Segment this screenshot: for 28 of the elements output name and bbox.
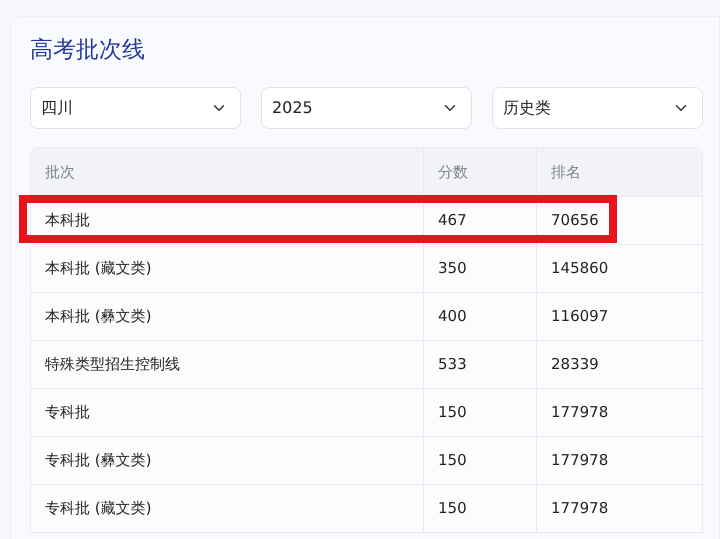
column-header: 分数 — [438, 162, 468, 183]
table-cell-text: 350 — [438, 258, 467, 280]
table-cell-text: 177978 — [551, 450, 608, 472]
table-cell-text: 专科批 — [45, 402, 90, 424]
table-cell-text: 150 — [438, 498, 467, 520]
table-cell-text: 本科批 (藏文类) — [45, 258, 152, 280]
page-title: 高考批次线 — [30, 36, 145, 65]
column-header: 批次 — [45, 162, 75, 183]
table-cell-text: 150 — [438, 402, 467, 424]
dropdown-field[interactable]: 2025 — [261, 87, 472, 129]
table-cell-text: 70656 — [551, 210, 599, 232]
table-cell-text: 400 — [438, 306, 467, 328]
table-cell-text: 467 — [438, 210, 467, 232]
table-cell-text: 116097 — [551, 306, 608, 328]
table-cell-text: 533 — [438, 354, 467, 376]
table-cell-text: 145860 — [551, 258, 608, 280]
table-cell-text: 177978 — [551, 498, 608, 520]
dropdown-field[interactable]: 历史类 — [492, 87, 703, 129]
table-cell-text: 本科批 — [45, 210, 90, 232]
table-cell-text: 特殊类型招生控制线 — [45, 354, 180, 376]
table-cell-text: 专科批 (藏文类) — [45, 498, 152, 520]
table-cell-text: 150 — [438, 450, 467, 472]
table-cell-text: 28339 — [551, 354, 599, 376]
dropdown-field[interactable]: 四川 — [30, 87, 241, 129]
table-cell-text: 本科批 (彝文类) — [45, 306, 152, 328]
table-cell-text: 专科批 (彝文类) — [45, 450, 152, 472]
column-header: 排名 — [551, 162, 581, 183]
table-cell-text: 177978 — [551, 402, 608, 424]
